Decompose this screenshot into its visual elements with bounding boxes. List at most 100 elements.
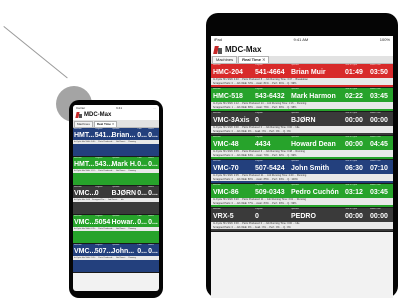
operator-name: PEDRO (291, 213, 316, 220)
machine-card-details: In-Cycle Hrs Shift: 1:12 ... Parts Produ… (211, 102, 393, 109)
card-detail-text: Parts Produced... (98, 257, 114, 259)
program-number: 0 (255, 213, 259, 220)
card-header-label: Program (255, 208, 263, 210)
tablet-machine-list: Machine Program Operator Time In Cycle Statu… (211, 64, 393, 232)
card-detail-text: Job Runni... (107, 199, 119, 201)
machine-card[interactable]: Machine Program Operator Time Status HMT... 54… (73, 157, 159, 186)
card-header-label: Machine (74, 215, 82, 217)
phone-status-time: 9:41 (116, 105, 122, 110)
card-header-label: Status (148, 128, 154, 130)
card-detail-text: Scrapped Parts: 0 ... Job OEE: 0% ... Av… (213, 225, 291, 229)
card-detail-text: Running (128, 228, 136, 230)
machine-card-values: VMC-70 507-5424 John Smith 06:30 07:10 (211, 163, 393, 174)
phone-tab-bar: Machines Real Time ✕ (73, 120, 159, 128)
status-time: 03:45 (370, 189, 388, 196)
machine-card-header: Machine Program Operator Time In Cycle Statu… (211, 64, 393, 67)
program-number: 509-0343 (255, 189, 285, 196)
tablet-tab-bar: Machines Real Time ✕ (211, 56, 393, 64)
card-header-label: Program (255, 112, 263, 114)
operator-name: Pedro Cuchón (291, 189, 339, 196)
card-header-label: Machine (213, 112, 221, 114)
machine-card[interactable]: Machine Program Operator Time In Cycle Statu… (211, 64, 393, 88)
machine-card-details: In-Cycle Hrs Shift: 4:40 ... Parts Produ… (211, 78, 393, 85)
machine-card[interactable]: Machine Program Operator Time Status VMC... 50… (73, 215, 159, 244)
card-header-label: Program (255, 88, 263, 90)
program-number: 543-6432 (255, 93, 285, 100)
card-detail-text: Scrapped Parts: 0 ... Job OEE: 72% ... A… (213, 81, 297, 85)
card-header-label: Time In Cycle (345, 160, 358, 162)
machine-card-header: Machine Program Operator Time Status (73, 186, 159, 189)
card-detail-text: Idle (120, 199, 124, 201)
machine-name: HMT... (74, 161, 95, 168)
phone-tab-machines[interactable]: Machines (74, 120, 93, 127)
card-detail-text: Scrapped Parts: 0 ... Job OEE: 64% ... A… (213, 153, 297, 157)
machine-card[interactable]: Machine Program Operator Time In Cycle Statu… (211, 184, 393, 208)
card-detail-text: Parts Produced... (98, 170, 114, 172)
card-detail-text: Scrapped Parts: 0 ... Job OEE: 80% ... A… (213, 177, 298, 181)
operator-name: John Smith (291, 165, 330, 172)
tablet-tab-real-time[interactable]: Real Time ✕ (238, 56, 270, 63)
status-time: 03:45 (370, 93, 388, 100)
callout-line (3, 26, 68, 79)
card-header-label: Operator (291, 184, 299, 186)
card-header-label: Operator (111, 244, 120, 246)
cycle-time: 0... (137, 161, 147, 168)
close-icon[interactable]: ✕ (262, 57, 265, 62)
machine-card[interactable]: Machine Program Operator Time In Cycle Statu… (211, 136, 393, 160)
card-header-label: Program (94, 157, 103, 159)
close-icon[interactable]: ✕ (112, 122, 115, 126)
machine-card[interactable]: Machine Program Operator Time In Cycle Statu… (211, 160, 393, 184)
machine-card[interactable]: Machine Program Operator Time In Cycle Statu… (211, 112, 393, 136)
machine-card[interactable]: Machine Program Operator Time Status VMC... 50… (73, 244, 159, 273)
phone-title-bar: MDC-Max (73, 110, 159, 120)
phone-status-carrier: Carrier (76, 105, 86, 110)
machine-card[interactable]: Machine Program Operator Time In Cycle Statu… (211, 208, 393, 232)
machine-card-values: HMT...543...Mark H...0...0... (73, 160, 159, 169)
phone-tab-real-time[interactable]: Real Time ✕ (93, 120, 118, 127)
card-header-label: Status Time (370, 208, 381, 210)
card-header-label: Time (137, 128, 142, 130)
cycle-time: 00:00 (345, 213, 363, 220)
machine-card-header: Machine Program Operator Time In Cycle Statu… (211, 88, 393, 91)
machine-name: VMC... (74, 248, 95, 255)
card-header-label: Machine (213, 64, 221, 66)
machine-card-details: In-Cycle Hrs Shift: 0:35 ... Parts Produ… (211, 150, 393, 157)
program-number: 0 (255, 117, 259, 124)
card-detail-text: In-Cycle Hrs Shift: 2:05... (74, 257, 97, 259)
machine-card-details: In-Cycle Hrs Shift: 2:05 ... Parts Produ… (211, 174, 393, 181)
program-number: 4434 (255, 141, 271, 148)
machine-card[interactable]: Machine Program Operator Time Status VMC... 0 B… (73, 186, 159, 215)
tablet-tab-machines[interactable]: Machines (212, 56, 238, 63)
status-time: 00:00 (370, 213, 388, 220)
card-header-label: Operator (291, 160, 299, 162)
machine-card[interactable]: Machine Program Operator Time In Cycle Statu… (211, 88, 393, 112)
machine-card-details: In-Cycle Hrs Shift: 3:20 ... Parts Produ… (211, 198, 393, 205)
tablet-status-battery: 100% (379, 37, 390, 42)
operator-name: Brian... (111, 132, 136, 139)
machine-card-values: VMC-86 509-0343 Pedro Cuchón 03:12 03:45 (211, 187, 393, 198)
card-detail-text: Running (128, 257, 136, 259)
card-header-label: Time (137, 186, 142, 188)
tablet-status-carrier: iPad (214, 37, 223, 42)
card-detail-text: In-Cycle Hrs Shift: 4:40... (74, 141, 97, 143)
card-header-label: Machine (74, 186, 82, 188)
cycle-time: 0... (137, 219, 147, 226)
cycle-time: 00:00 (345, 141, 363, 148)
card-header-label: Machine (213, 160, 221, 162)
tablet-app-title: MDC-Max (225, 45, 262, 54)
card-header-label: Machine (74, 128, 82, 130)
machine-name: VMC-86 (213, 189, 239, 196)
machine-card-header: Machine Program Operator Time In Cycle Statu… (211, 208, 393, 211)
card-header-label: Time In Cycle (345, 88, 358, 90)
operator-name: Howar... (111, 219, 138, 226)
operator-name: John... (111, 248, 135, 255)
card-header-label: Operator (111, 186, 120, 188)
machine-card[interactable]: Machine Program Operator Time Status HMT... 54… (73, 128, 159, 157)
phone-screen: Carrier 9:41 ··· MDC-Max Machines Real T… (73, 105, 159, 291)
card-header-label: Status Time (370, 160, 381, 162)
machine-name: VRX-5 (213, 213, 234, 220)
phone-tab-real-time-label: Real Time (96, 121, 111, 126)
card-header-label: Operator (291, 88, 299, 90)
machine-card-header: Machine Program Operator Time In Cycle Statu… (211, 136, 393, 139)
machine-name: VMC-48 (213, 141, 239, 148)
